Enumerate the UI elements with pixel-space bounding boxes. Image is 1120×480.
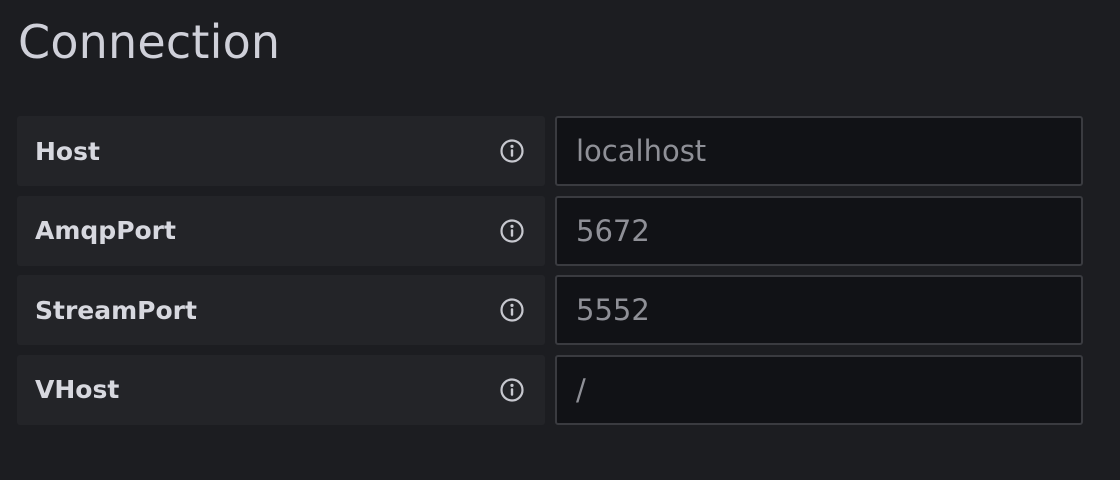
- info-icon[interactable]: [499, 218, 525, 244]
- field-row-stream-port: StreamPort: [17, 275, 1083, 345]
- field-row-vhost: VHost: [17, 354, 1083, 425]
- stream-port-input-wrapper: [555, 275, 1083, 345]
- info-icon[interactable]: [499, 138, 525, 164]
- field-label-box-vhost: VHost: [17, 354, 545, 425]
- field-label-box-host: Host: [17, 116, 545, 186]
- vhost-input[interactable]: [576, 372, 1081, 407]
- vhost-input-wrapper: [555, 354, 1083, 425]
- info-icon[interactable]: [499, 377, 525, 403]
- field-row-amqp-port: AmqpPort: [17, 195, 1083, 266]
- field-label-stream-port: StreamPort: [35, 295, 197, 325]
- field-row-host: Host: [17, 116, 1083, 186]
- host-input[interactable]: [576, 134, 1081, 168]
- connection-fields: Host AmqpPort: [17, 116, 1083, 434]
- amqp-port-input[interactable]: [576, 213, 1081, 248]
- amqp-port-input-wrapper: [555, 195, 1083, 266]
- field-label-box-stream-port: StreamPort: [17, 275, 545, 345]
- section-title: Connection: [18, 15, 281, 69]
- stream-port-input[interactable]: [576, 293, 1081, 327]
- host-input-wrapper: [555, 116, 1083, 186]
- field-label-host: Host: [35, 136, 100, 166]
- info-icon[interactable]: [499, 297, 525, 323]
- field-label-vhost: VHost: [35, 375, 120, 404]
- connection-settings-panel: Connection Host AmqpPort: [0, 0, 1120, 480]
- field-label-box-amqp-port: AmqpPort: [17, 195, 545, 266]
- field-label-amqp-port: AmqpPort: [35, 216, 176, 245]
